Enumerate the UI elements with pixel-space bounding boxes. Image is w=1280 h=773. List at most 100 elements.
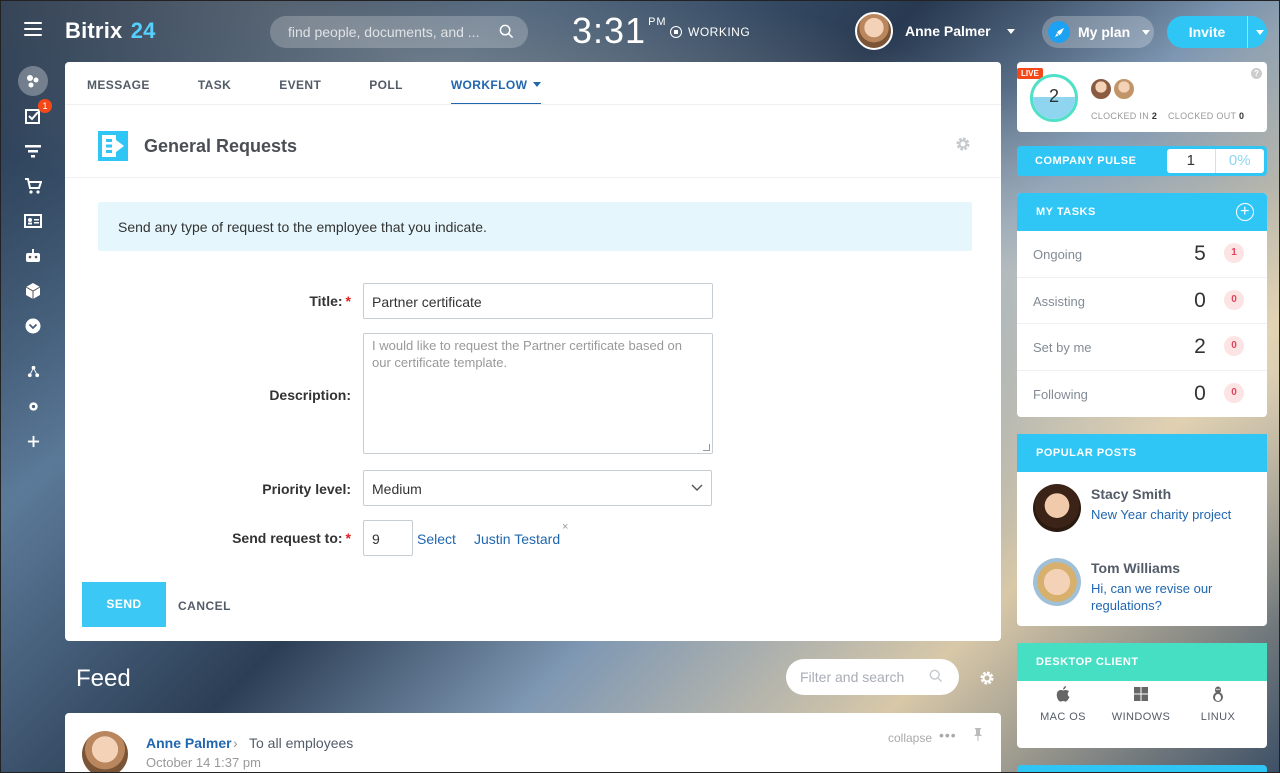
- cart-icon[interactable]: [18, 171, 48, 201]
- avatar: [855, 12, 893, 50]
- company-pulse-label: COMPANY PULSE: [1035, 155, 1137, 167]
- search-icon[interactable]: [929, 669, 943, 683]
- robot-icon[interactable]: [18, 241, 48, 271]
- clocked-in-value: 2: [1151, 111, 1158, 121]
- recipient-link[interactable]: Justin Testard: [474, 531, 560, 547]
- remove-recipient-icon[interactable]: ×: [562, 521, 568, 533]
- tab-event[interactable]: EVENT: [279, 62, 321, 104]
- network-icon[interactable]: [18, 66, 48, 96]
- work-status-label: WORKING: [688, 25, 751, 39]
- pin-icon[interactable]: [972, 727, 984, 741]
- priority-select[interactable]: Medium: [363, 470, 712, 506]
- chevron-down-icon: [691, 484, 703, 491]
- my-plan-button[interactable]: My plan: [1042, 16, 1154, 48]
- structure-icon[interactable]: [18, 356, 48, 386]
- send-to-label-text: Send request to:: [232, 530, 343, 546]
- clock-ampm: PM: [648, 16, 667, 28]
- download-macos[interactable]: MAC OS: [1028, 685, 1098, 723]
- clocked-out: CLOCKED OUT 0: [1168, 111, 1244, 121]
- chevron-right-icon: ›: [233, 735, 238, 751]
- invite-dropdown[interactable]: [1247, 16, 1267, 48]
- workflow-header: General Requests: [65, 105, 1001, 178]
- workflow-title: General Requests: [144, 136, 298, 156]
- resize-handle[interactable]: [703, 444, 710, 451]
- tasks-icon[interactable]: 1: [18, 99, 52, 131]
- priority-value: Medium: [372, 481, 422, 497]
- filter-icon[interactable]: [18, 136, 48, 166]
- clocked-out-value: 0: [1238, 111, 1245, 121]
- linux-icon: [1213, 686, 1223, 702]
- logo-number: 24: [130, 18, 156, 43]
- popular-post-text[interactable]: Hi, can we revise our regulations?: [1091, 580, 1251, 614]
- popular-posts-header: POPULAR POSTS: [1017, 434, 1267, 472]
- menu-icon[interactable]: [24, 22, 42, 36]
- search-icon[interactable]: [499, 24, 514, 39]
- logo[interactable]: Bitrix 24: [65, 18, 156, 44]
- tab-task[interactable]: TASK: [198, 62, 231, 104]
- task-row-ongoing[interactable]: Ongoing 5 1: [1017, 231, 1267, 278]
- help-icon[interactable]: ?: [1251, 68, 1262, 79]
- user-name: Anne Palmer: [905, 23, 991, 39]
- global-search-input[interactable]: find people, documents, and ...: [270, 16, 528, 48]
- clocked-ring: 2: [1030, 74, 1078, 122]
- box-icon[interactable]: [18, 276, 48, 306]
- contact-card-icon[interactable]: [18, 206, 48, 236]
- clocked-count: 2: [1048, 86, 1059, 106]
- description-field[interactable]: I would like to request the Partner cert…: [363, 333, 713, 454]
- user-menu[interactable]: Anne Palmer: [855, 12, 1015, 50]
- next-widget-header: [1017, 765, 1267, 773]
- windows-icon: [1134, 687, 1148, 701]
- send-to-label: Send request to: *: [65, 530, 351, 546]
- tab-workflow[interactable]: WORKFLOW: [450, 62, 542, 104]
- work-status[interactable]: WORKING: [670, 25, 750, 39]
- popular-post-author: Stacy Smith: [1091, 486, 1172, 502]
- title-field[interactable]: Partner certificate: [363, 283, 713, 319]
- my-tasks-header[interactable]: MY TASKS +: [1017, 193, 1267, 231]
- gear-icon[interactable]: [979, 670, 995, 686]
- cancel-button[interactable]: CANCEL: [178, 599, 231, 613]
- download-windows[interactable]: WINDOWS: [1106, 685, 1176, 723]
- tab-message[interactable]: MESSAGE: [87, 62, 150, 104]
- task-row-following[interactable]: Following 0 0: [1017, 371, 1267, 418]
- task-row-set-by-me[interactable]: Set by me 2 0: [1017, 324, 1267, 371]
- send-to-field[interactable]: 9: [363, 520, 413, 556]
- collapse-link[interactable]: collapse: [888, 731, 932, 745]
- select-link[interactable]: Select: [417, 531, 456, 547]
- composer-tabs: MESSAGE TASK EVENT POLL WORKFLOW: [65, 62, 1001, 105]
- os-label: LINUX: [1200, 711, 1236, 723]
- gear-icon[interactable]: [955, 136, 971, 152]
- post-author[interactable]: Anne Palmer: [146, 735, 232, 751]
- settings-icon[interactable]: [18, 391, 48, 421]
- company-pulse[interactable]: COMPANY PULSE 1 0%: [1017, 146, 1267, 176]
- logo-text: Bitrix: [65, 18, 123, 43]
- popular-post-text[interactable]: New Year charity project: [1091, 506, 1251, 523]
- post-audience: To all employees: [249, 735, 354, 751]
- avatar: [1033, 484, 1081, 532]
- clock[interactable]: 3:31 PM: [572, 10, 667, 52]
- add-icon[interactable]: [18, 426, 48, 456]
- tab-poll[interactable]: POLL: [369, 62, 403, 104]
- task-count: 0: [1194, 381, 1206, 405]
- task-name: Ongoing: [1033, 247, 1083, 262]
- add-task-icon[interactable]: +: [1236, 203, 1254, 221]
- invite-button[interactable]: Invite: [1167, 16, 1267, 48]
- task-badge: 1: [1224, 243, 1244, 263]
- post-date[interactable]: October 14 1:37 pm: [146, 755, 261, 770]
- info-banner: Send any type of request to the employee…: [98, 202, 972, 251]
- more-icon[interactable]: •••: [939, 727, 957, 743]
- my-tasks-widget: MY TASKS + Ongoing 5 1 Assisting 0 0 Set…: [1017, 193, 1267, 417]
- avatar[interactable]: [82, 731, 128, 773]
- send-button[interactable]: SEND: [82, 582, 166, 627]
- title-label: Title: *: [65, 293, 351, 309]
- clocked-in: CLOCKED IN 2: [1091, 111, 1157, 121]
- feed-search-input[interactable]: Filter and search: [786, 659, 959, 695]
- timeman-widget[interactable]: LIVE 2 CLOCKED IN 2 CLOCKED OUT 0 ?: [1017, 62, 1267, 132]
- avatar: [1113, 78, 1135, 100]
- download-linux[interactable]: LINUX: [1183, 685, 1253, 723]
- os-label: WINDOWS: [1111, 711, 1171, 723]
- invite-label: Invite: [1188, 24, 1226, 40]
- tab-workflow-label: WORKFLOW: [450, 78, 528, 92]
- task-badge: 0: [1224, 289, 1244, 310]
- task-row-assisting[interactable]: Assisting 0 0: [1017, 278, 1267, 324]
- more-icon[interactable]: [18, 311, 48, 341]
